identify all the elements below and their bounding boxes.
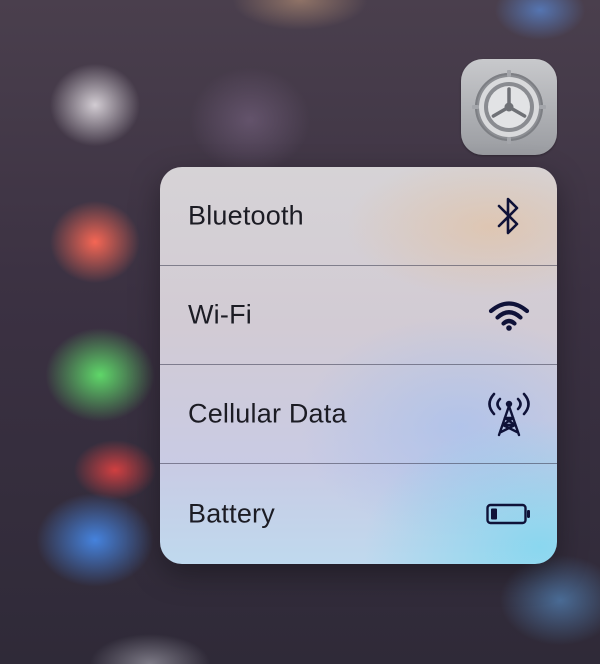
menu-item-cellular-data[interactable]: Cellular Data [160, 365, 557, 464]
menu-item-bluetooth[interactable]: Bluetooth [160, 167, 557, 266]
quick-actions-menu: Bluetooth Wi-Fi Cellular Data Battery [160, 167, 557, 564]
menu-item-wifi[interactable]: Wi-Fi [160, 266, 557, 365]
settings-gear-icon [472, 70, 546, 144]
settings-app-icon[interactable] [461, 59, 557, 155]
menu-item-label: Battery [188, 498, 275, 528]
menu-item-label: Cellular Data [188, 398, 347, 429]
menu-item-battery[interactable]: Battery [160, 464, 557, 563]
wifi-icon [483, 289, 535, 341]
battery-icon [483, 488, 535, 540]
menu-item-label: Wi-Fi [188, 299, 252, 330]
bluetooth-icon [483, 190, 535, 242]
menu-item-label: Bluetooth [188, 200, 304, 231]
cellular-antenna-icon [483, 388, 535, 440]
